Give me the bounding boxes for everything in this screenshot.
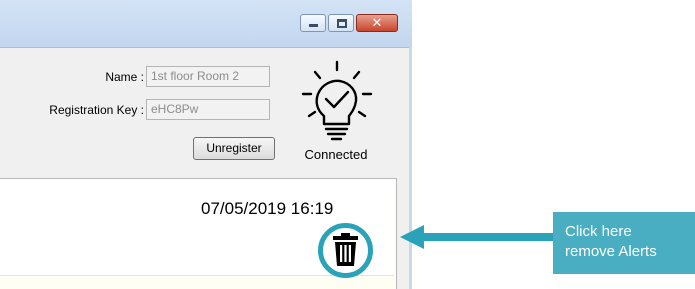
- alerts-panel: 07/05/2019 16:19: [0, 178, 397, 289]
- connection-status-label: Connected: [304, 147, 368, 162]
- registration-key-label: Registration Key :: [49, 103, 144, 117]
- minimize-button[interactable]: [300, 14, 326, 32]
- trash-icon: [333, 233, 358, 266]
- callout-box: Click here remove Alerts: [553, 212, 695, 274]
- callout-arrow: [400, 225, 556, 249]
- alert-timestamp: 07/05/2019 16:19: [201, 199, 334, 218]
- lightbulb-check-icon: [301, 60, 373, 141]
- unregister-button[interactable]: Unregister: [193, 137, 275, 160]
- title-bar: ✕: [0, 0, 412, 48]
- callout-line-2: remove Alerts: [565, 243, 657, 260]
- registration-key-field[interactable]: eHC8Pw: [146, 99, 270, 120]
- maximize-button[interactable]: [328, 14, 354, 32]
- callout-line-1: Click here: [565, 223, 632, 240]
- close-icon: ✕: [371, 15, 383, 30]
- alert-item: 07/05/2019 16:19: [0, 179, 394, 278]
- application-window: ✕ Name : 1st floor Room 2 Registration K…: [0, 0, 412, 289]
- close-button[interactable]: ✕: [356, 14, 398, 32]
- name-label: Name :: [105, 70, 144, 84]
- delete-alert-button[interactable]: [318, 223, 378, 278]
- window-frame-border: [409, 47, 412, 289]
- name-field[interactable]: 1st floor Room 2: [146, 66, 270, 87]
